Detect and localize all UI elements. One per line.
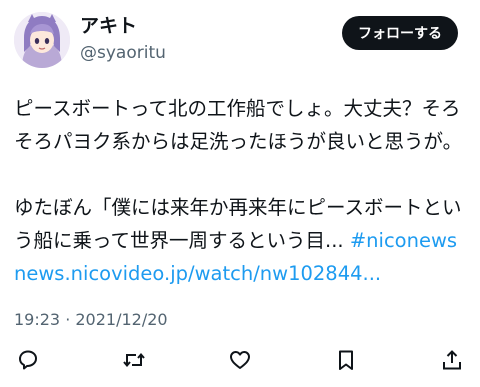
tweet-timestamp[interactable]: 19:23 · 2021/12/20	[14, 310, 168, 329]
retweet-icon	[123, 352, 145, 368]
heart-icon	[230, 351, 250, 369]
share-button[interactable]	[438, 346, 466, 374]
bookmark-icon	[339, 350, 353, 370]
user-handle[interactable]: @syaoritu	[80, 41, 166, 65]
avatar[interactable]	[14, 12, 70, 68]
like-button[interactable]	[226, 346, 254, 374]
follow-button[interactable]: フォローする	[342, 16, 458, 50]
tweet-text: ピースボートって北の工作船でしょ。大丈夫？そろそろパヨク系からは足洗ったほうが良…	[14, 92, 470, 290]
reply-button[interactable]	[14, 346, 42, 374]
user-names: アキト @syaoritu	[80, 14, 166, 65]
retweet-button[interactable]	[120, 346, 148, 374]
url-link[interactable]: news.nicovideo.jp/watch/nw102844...	[14, 262, 381, 285]
action-bar	[14, 345, 466, 375]
hashtag-link[interactable]: #niconews	[350, 229, 457, 252]
tweet-body: ピースボートって北の工作船でしょ。大丈夫？そろそろパヨク系からは足洗ったほうが良…	[14, 97, 463, 153]
tweet-header: アキト @syaoritu フォローする	[14, 10, 466, 72]
share-icon	[443, 350, 461, 370]
display-name[interactable]: アキト	[80, 14, 166, 38]
reply-icon	[19, 350, 37, 370]
avatar-illustration	[14, 12, 70, 68]
bookmark-button[interactable]	[332, 346, 360, 374]
